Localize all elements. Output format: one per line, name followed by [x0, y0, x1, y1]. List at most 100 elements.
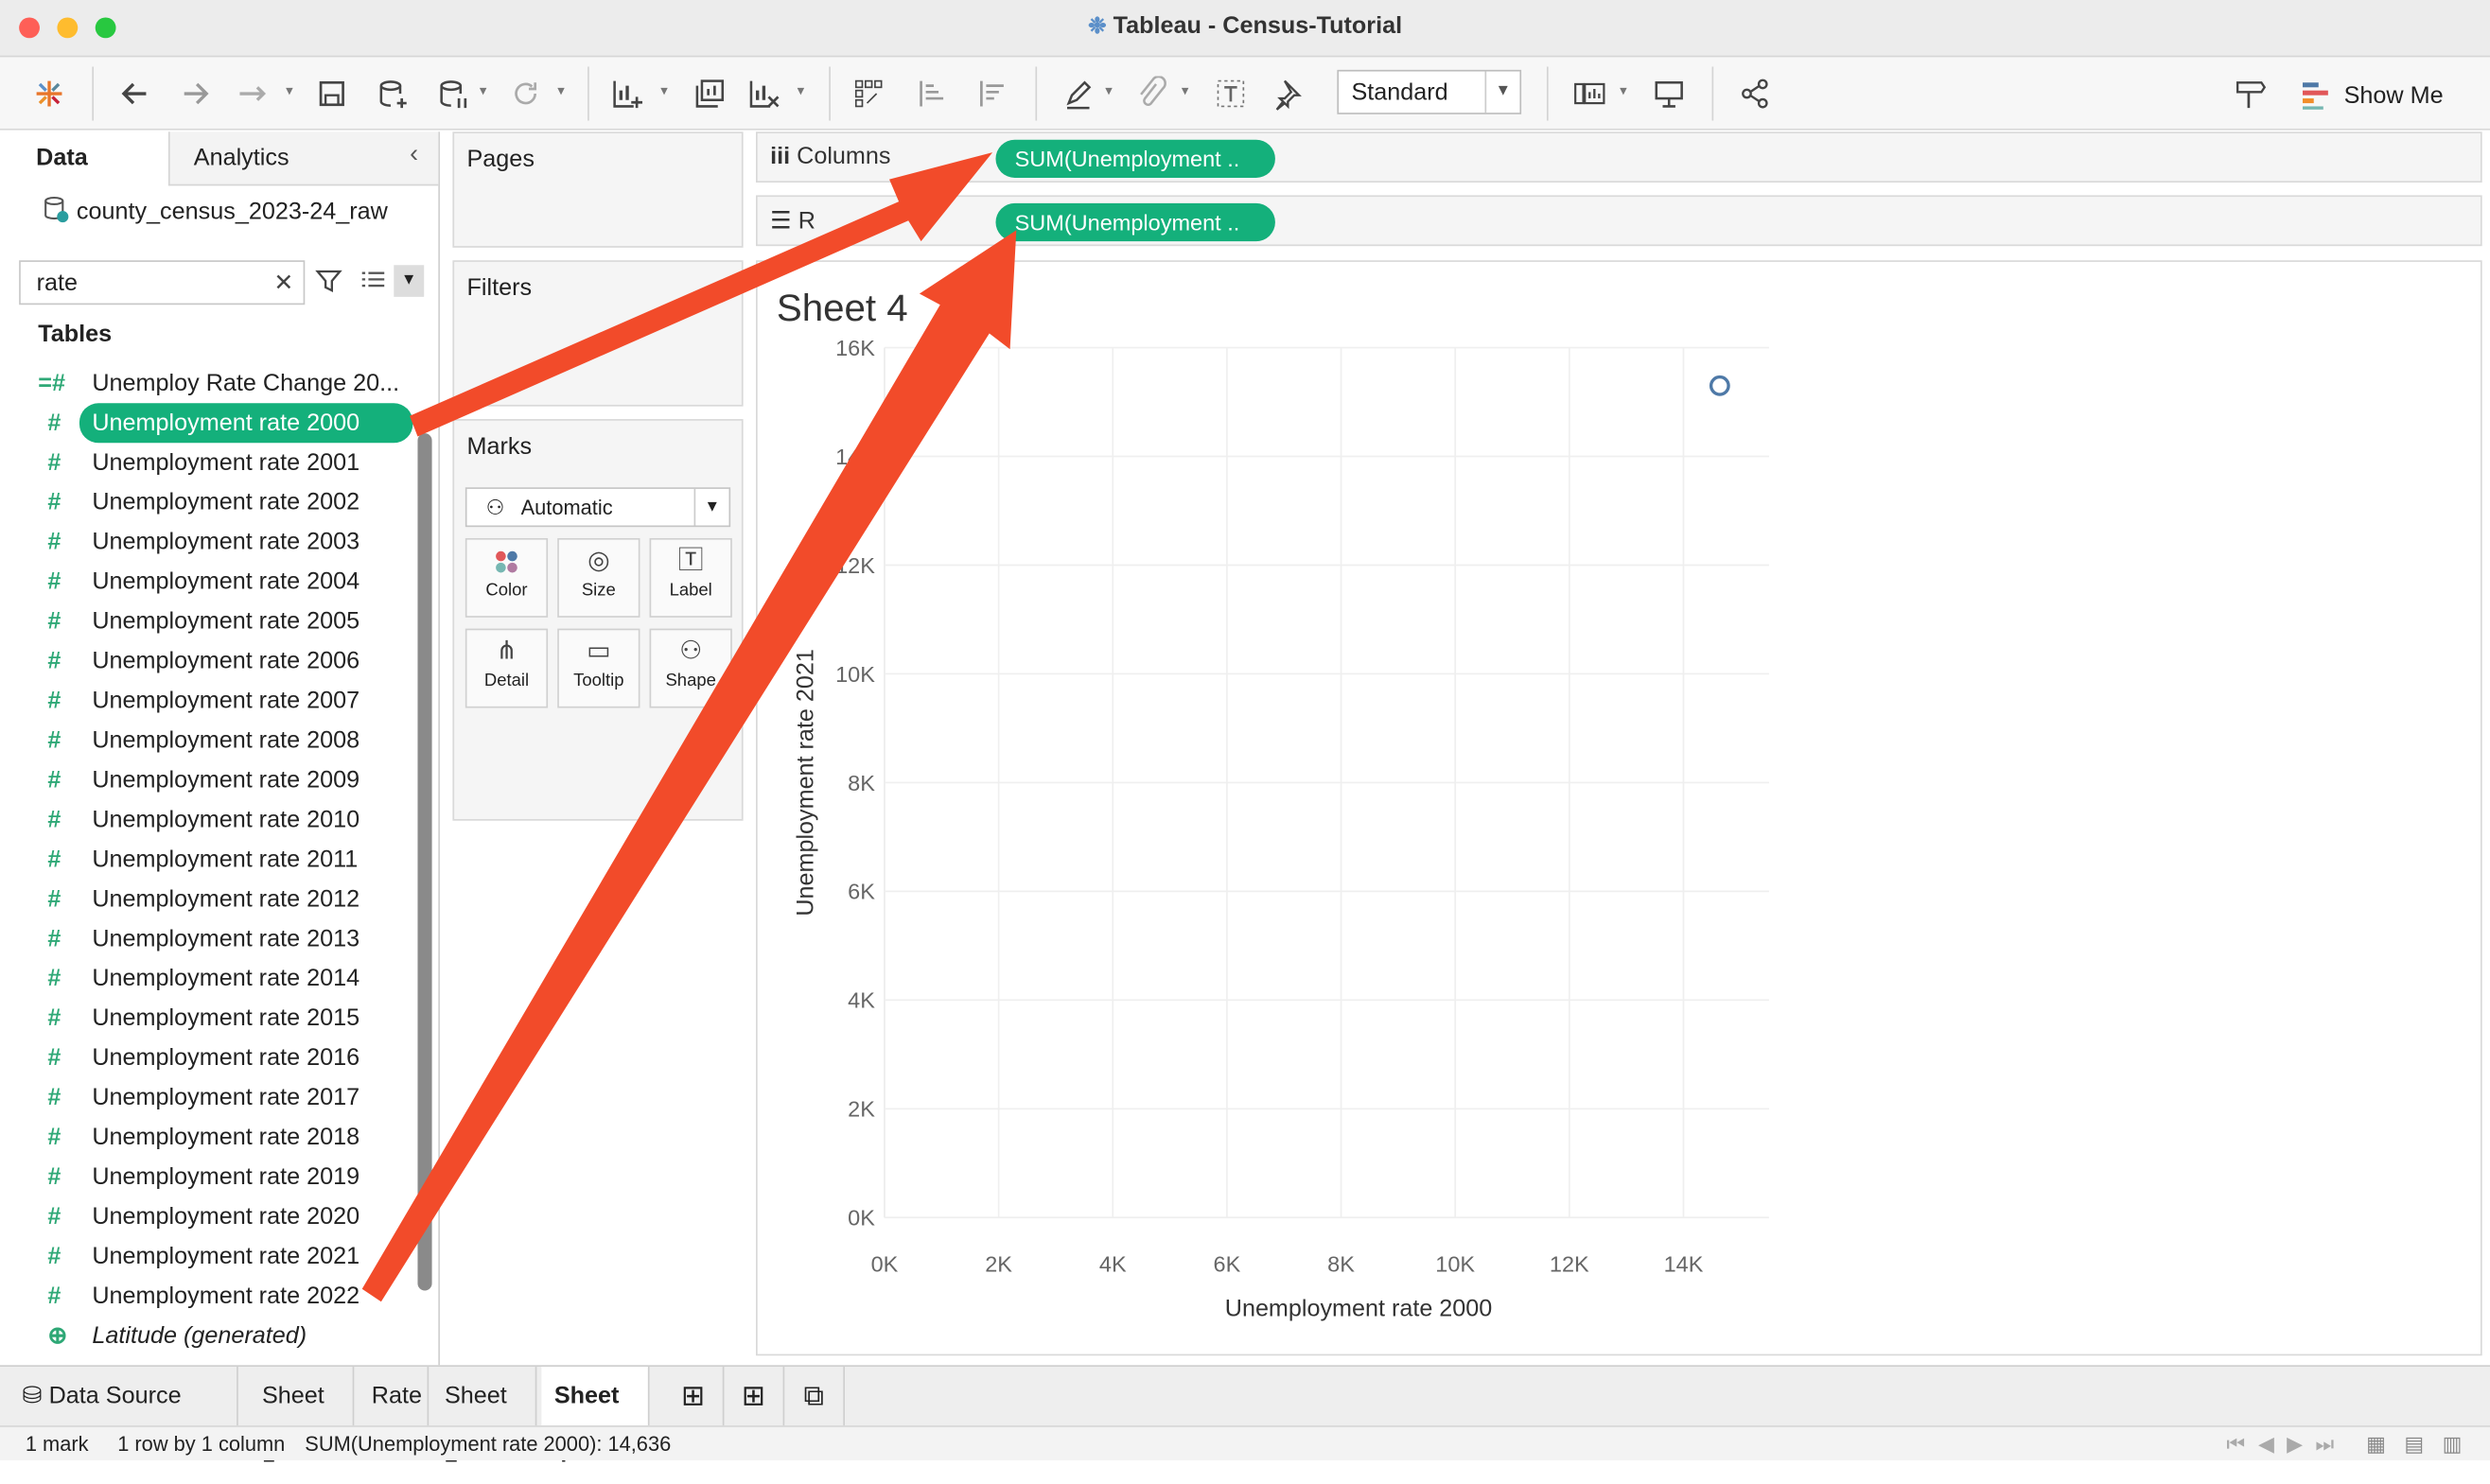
chevron-down-icon[interactable]: ▾: [798, 82, 805, 99]
sheet-tab[interactable]: Rate: [359, 1367, 430, 1426]
highlight-icon[interactable]: [1058, 73, 1099, 114]
clear-search-icon[interactable]: ✕: [273, 269, 293, 297]
pages-card[interactable]: Pages: [452, 131, 744, 248]
y-axis-title[interactable]: Unemployment rate 2021: [792, 649, 818, 916]
show-cards-icon[interactable]: [1569, 73, 1610, 114]
columns-pill[interactable]: SUM(Unemployment ..: [995, 139, 1275, 178]
filter-icon[interactable]: [314, 267, 342, 304]
detail-button[interactable]: ⋔ Detail: [465, 628, 549, 708]
share-icon[interactable]: [1734, 73, 1776, 114]
field-item[interactable]: =# Unemploy Rate Change 20...: [32, 363, 413, 403]
chevron-down-icon[interactable]: ▾: [480, 82, 487, 99]
field-item[interactable]: # Unemployment rate 2022: [32, 1276, 413, 1316]
field-item[interactable]: # Unemployment rate 2018: [32, 1118, 413, 1158]
field-item[interactable]: # Unemployment rate 2004: [32, 562, 413, 602]
next-page-icon[interactable]: ▶: [2287, 1432, 2303, 1458]
field-item[interactable]: # Unemployment rate 2005: [32, 602, 413, 641]
field-list-scrollbar[interactable]: [417, 433, 432, 1291]
new-dashboard-icon[interactable]: ⊞: [724, 1367, 785, 1426]
sheet-tab[interactable]: Sheet 4: [541, 1367, 650, 1468]
new-worksheet-icon[interactable]: [606, 73, 648, 114]
field-item[interactable]: # Unemployment rate 2010: [32, 800, 413, 840]
save-icon[interactable]: [311, 73, 353, 114]
signpost-icon[interactable]: [2230, 73, 2271, 114]
datasource-item[interactable]: county_census_2023-24_raw: [42, 195, 388, 225]
color-button[interactable]: Color: [465, 537, 549, 618]
field-item[interactable]: # Unemployment rate 2015: [32, 999, 413, 1039]
field-item[interactable]: ⊕ Latitude (generated): [32, 1316, 413, 1355]
sheet-tab[interactable]: Sheet 1: [250, 1367, 355, 1468]
filters-card[interactable]: Filters: [452, 260, 744, 407]
field-item[interactable]: # Unemployment rate 2016: [32, 1039, 413, 1078]
first-page-icon[interactable]: ⏮: [2226, 1432, 2245, 1458]
presentation-mode-icon[interactable]: [1648, 73, 1690, 114]
chevron-down-icon[interactable]: ▾: [286, 82, 293, 99]
field-search-input[interactable]: rate ✕: [19, 260, 306, 306]
x-axis-title[interactable]: Unemployment rate 2000: [1225, 1295, 1493, 1321]
view-list-icon[interactable]: [359, 267, 387, 304]
swap-rows-columns-icon[interactable]: [848, 73, 889, 114]
field-item[interactable]: # Unemployment rate 2013: [32, 919, 413, 959]
replay-icon[interactable]: [232, 73, 273, 114]
field-item[interactable]: # Unemployment rate 2014: [32, 959, 413, 999]
refresh-icon[interactable]: [505, 73, 547, 114]
prev-page-icon[interactable]: ◀: [2258, 1432, 2274, 1458]
rows-shelf[interactable]: ☰ R SUM(Unemployment ..: [756, 195, 2482, 247]
field-item[interactable]: # Unemployment rate 2006: [32, 641, 413, 681]
field-item[interactable]: # Unemployment rate 2021: [32, 1236, 413, 1276]
show-me-button[interactable]: Show Me: [2300, 77, 2444, 114]
tabs-view-icon[interactable]: ▥: [2443, 1432, 2463, 1458]
field-item[interactable]: # Unemployment rate 2020: [32, 1196, 413, 1236]
measure-icon: #: [47, 726, 61, 755]
chevron-down-icon[interactable]: ▾: [660, 82, 668, 99]
columns-shelf[interactable]: iii Columns SUM(Unemployment ..: [756, 131, 2482, 183]
field-item[interactable]: # Unemployment rate 2002: [32, 482, 413, 522]
last-page-icon[interactable]: ⏭: [2315, 1432, 2334, 1458]
new-worksheet-icon[interactable]: ⊞: [664, 1367, 725, 1426]
field-item[interactable]: # Unemployment rate 2001: [32, 443, 413, 482]
sort-descending-icon[interactable]: [972, 73, 1013, 114]
new-story-icon[interactable]: ⧉: [784, 1367, 846, 1426]
scatter-chart[interactable]: 0K 2K 4K 6K 8K 10K 12K 14K 0K 2K 4K 6K 8K 10K 12K 14K 16…: [758, 262, 2484, 1357]
collapse-pane-icon[interactable]: ‹: [410, 141, 418, 169]
tooltip-button[interactable]: ▭ Tooltip: [557, 628, 640, 708]
field-item[interactable]: # Unemployment rate 2017: [32, 1078, 413, 1118]
chevron-down-icon[interactable]: ▼: [394, 265, 425, 297]
new-datasource-icon[interactable]: [372, 73, 413, 114]
undo-icon[interactable]: [114, 73, 156, 114]
field-item[interactable]: # Unemployment rate 2011: [32, 840, 413, 880]
sheet-tab[interactable]: Sheet 2: [432, 1367, 537, 1468]
chevron-down-icon[interactable]: ▾: [1105, 82, 1113, 99]
group-members-icon[interactable]: [1131, 73, 1172, 114]
sheet-tab[interactable]: ⛁ Data Source: [0, 1367, 238, 1426]
field-item[interactable]: # Unemployment rate 2000: [47, 403, 413, 444]
mark-type-select[interactable]: ⚇ Automatic ▼: [465, 487, 731, 528]
field-item[interactable]: # Unemployment rate 2012: [32, 880, 413, 919]
tab-analytics[interactable]: Analytics: [167, 131, 439, 186]
field-item[interactable]: # Unemployment rate 2019: [32, 1157, 413, 1196]
chevron-down-icon[interactable]: ▾: [1620, 82, 1627, 99]
rows-pill[interactable]: SUM(Unemployment ..: [995, 202, 1275, 242]
clear-sheet-icon[interactable]: [744, 73, 785, 114]
field-item[interactable]: # Unemployment rate 2009: [32, 760, 413, 800]
size-button[interactable]: ◎ Size: [557, 537, 640, 618]
pause-updates-icon[interactable]: [432, 73, 474, 114]
chevron-down-icon[interactable]: ▾: [1182, 82, 1189, 99]
grid-view-icon[interactable]: ▦: [2366, 1432, 2386, 1458]
tab-data[interactable]: Data: [0, 131, 168, 186]
duplicate-sheet-icon[interactable]: [690, 73, 731, 114]
shape-button[interactable]: ⚇ Shape: [649, 628, 732, 708]
label-button[interactable]: 🅃 Label: [649, 537, 732, 618]
field-item[interactable]: # Unemployment rate 2007: [32, 681, 413, 721]
redo-icon[interactable]: [175, 73, 217, 114]
filmstrip-view-icon[interactable]: ▤: [2404, 1432, 2424, 1458]
field-item[interactable]: # Unemployment rate 2008: [32, 721, 413, 760]
chevron-down-icon[interactable]: ▾: [557, 82, 565, 99]
sort-ascending-icon[interactable]: [912, 73, 954, 114]
data-point[interactable]: [1709, 375, 1730, 396]
field-item[interactable]: # Unemployment rate 2003: [32, 522, 413, 562]
fit-view-select[interactable]: Standard ▼: [1337, 69, 1522, 114]
tableau-home-icon[interactable]: [28, 73, 70, 114]
show-mark-labels-icon[interactable]: [1210, 73, 1252, 114]
fix-axes-pin-icon[interactable]: [1268, 73, 1309, 114]
